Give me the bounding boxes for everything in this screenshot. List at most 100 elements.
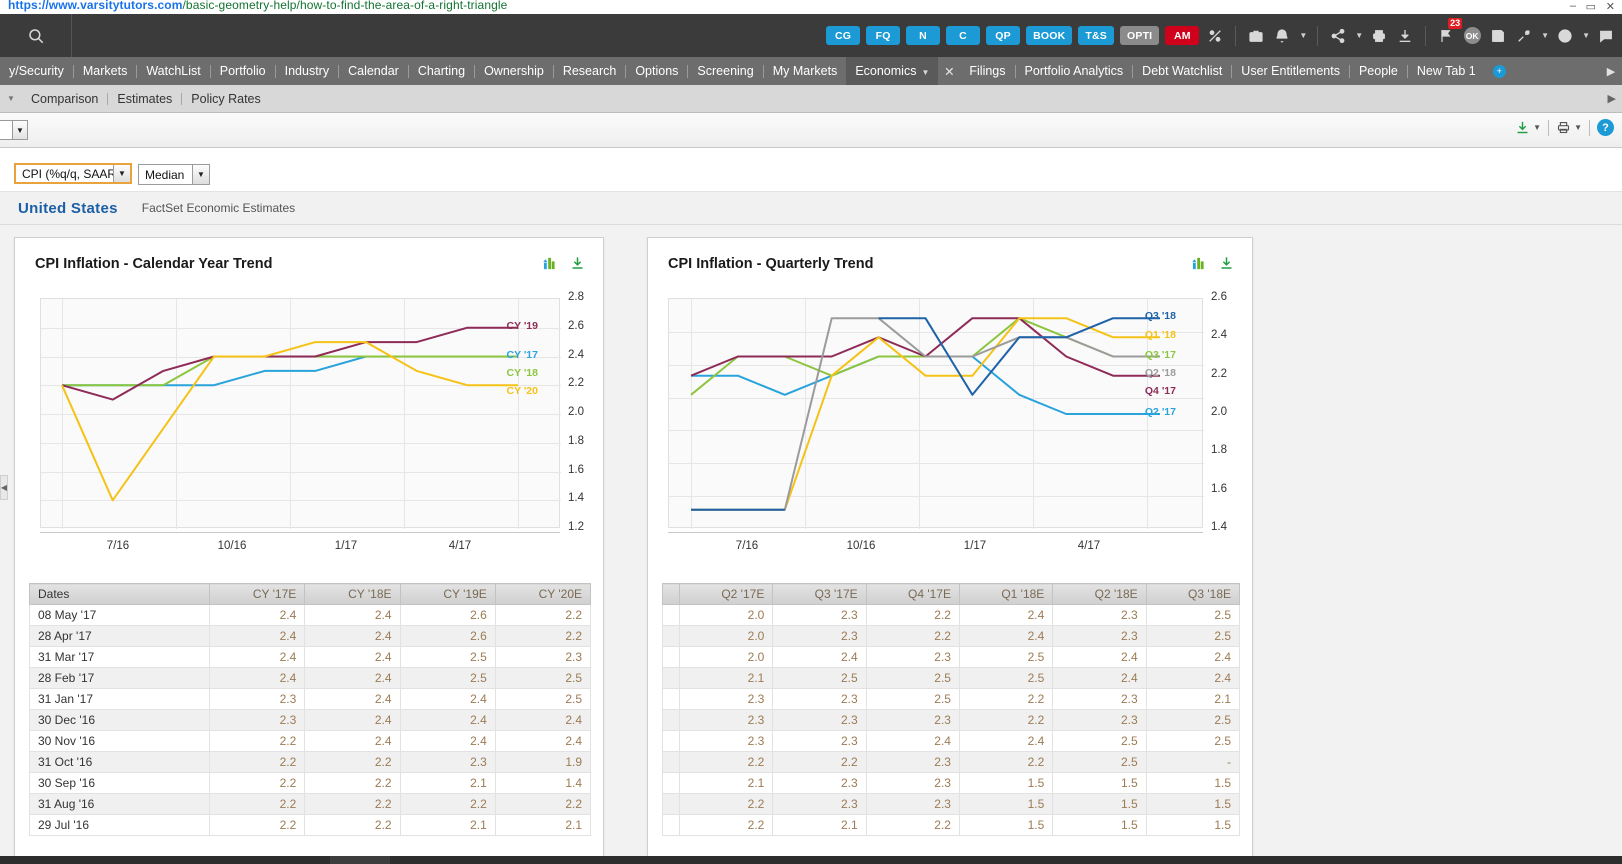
- column-header[interactable]: [662, 583, 680, 605]
- table-row[interactable]: 29 Jul '16 2.2 2.2 2.1 2.1: [29, 814, 592, 836]
- flag-icon[interactable]: 23: [1436, 17, 1463, 46]
- table-row[interactable]: 30 Sep '16 2.2 2.2 2.1 1.4: [29, 772, 592, 794]
- table-calendar-year[interactable]: Dates CY '17E CY '18E CY '19E CY '20E 08 May …: [29, 583, 592, 836]
- series-legend-label[interactable]: CY '20: [492, 385, 539, 397]
- help-dropdown-caret[interactable]: ▼: [1582, 31, 1590, 40]
- nav-scroll-right-button[interactable]: ▶: [1600, 65, 1622, 78]
- tools-icon[interactable]: [1514, 26, 1534, 46]
- left-dropdown[interactable]: ▼: [0, 120, 28, 140]
- table-row[interactable]: 2.0 2.3 2.2 2.4 2.3 2.5: [662, 625, 1241, 647]
- nav-item-economics-active[interactable]: Economics ▼: [846, 57, 939, 85]
- series-legend-label[interactable]: Q1 '18: [1130, 329, 1176, 341]
- download-icon[interactable]: [1395, 26, 1415, 46]
- download-icon[interactable]: [570, 255, 587, 272]
- quick-button-ts[interactable]: T&S: [1078, 26, 1114, 45]
- window-minimize-button[interactable]: –: [1570, 0, 1576, 12]
- column-header[interactable]: Q3 '17E: [772, 583, 867, 605]
- column-header[interactable]: CY '19E: [399, 583, 496, 605]
- table-row[interactable]: 30 Dec '16 2.3 2.4 2.4 2.4: [29, 709, 592, 731]
- left-panel-collapse-handle[interactable]: ◀: [0, 475, 8, 500]
- window-close-button[interactable]: ✕: [1606, 0, 1615, 13]
- bar-chart-icon[interactable]: [539, 255, 556, 272]
- nav-item-portfolio[interactable]: Portfolio: [211, 57, 275, 85]
- column-header[interactable]: CY '17E: [208, 583, 306, 605]
- nav-item-industry[interactable]: Industry: [276, 57, 338, 85]
- subnav-scroll-right-button[interactable]: ▶: [1608, 92, 1616, 105]
- subnav-item-comparison[interactable]: Comparison: [22, 92, 107, 106]
- nav-item-research[interactable]: Research: [554, 57, 626, 85]
- table-row[interactable]: 2.0 2.4 2.3 2.5 2.4 2.4: [662, 646, 1241, 668]
- subnav-item-policy-rates[interactable]: Policy Rates: [182, 92, 269, 106]
- table-row[interactable]: 31 Jan '17 2.3 2.4 2.4 2.5: [29, 688, 592, 710]
- table-row[interactable]: 31 Oct '16 2.2 2.2 2.3 1.9: [29, 751, 592, 773]
- bar-chart-icon[interactable]: [1188, 255, 1205, 272]
- series-legend-label[interactable]: Q3 '17: [1130, 349, 1176, 361]
- briefcase-icon[interactable]: [1246, 26, 1266, 46]
- nav-item-debt-watchlist[interactable]: Debt Watchlist: [1133, 57, 1231, 85]
- chevron-down-icon[interactable]: ▼: [113, 165, 130, 182]
- series-legend-label[interactable]: CY '18: [492, 367, 539, 379]
- window-maximize-button[interactable]: ▭: [1586, 0, 1596, 13]
- chevron-down-icon[interactable]: ▼: [921, 68, 929, 77]
- ok-status-icon[interactable]: OK: [1462, 26, 1482, 46]
- table-row[interactable]: 28 Apr '17 2.4 2.4 2.6 2.2: [29, 625, 592, 647]
- table-row[interactable]: 2.1 2.3 2.3 1.5 1.5 1.5: [662, 772, 1241, 794]
- search-button[interactable]: [0, 14, 72, 57]
- nav-item-ownership[interactable]: Ownership: [475, 57, 553, 85]
- table-row[interactable]: 2.3 2.3 2.3 2.2 2.3 2.5: [662, 709, 1241, 731]
- table-row[interactable]: 30 Nov '16 2.2 2.4 2.4 2.4: [29, 730, 592, 752]
- percent-toggle-icon[interactable]: [1205, 26, 1225, 46]
- table-row[interactable]: 08 May '17 2.4 2.4 2.6 2.2: [29, 604, 592, 626]
- table-row[interactable]: 31 Mar '17 2.4 2.4 2.5 2.3: [29, 646, 592, 668]
- column-header[interactable]: Q1 '18E: [958, 583, 1054, 605]
- table-quarterly[interactable]: Q2 '17E Q3 '17E Q4 '17E Q1 '18E Q2 '18E Q3 '1…: [662, 583, 1241, 836]
- series-legend-label[interactable]: Q3 '18: [1130, 310, 1176, 322]
- nav-item-filings[interactable]: Filings: [960, 57, 1014, 85]
- table-row[interactable]: 31 Aug '16 2.2 2.2 2.2 2.2: [29, 793, 592, 815]
- share-dropdown-caret[interactable]: ▼: [1355, 31, 1363, 40]
- nav-item-markets[interactable]: Markets: [74, 57, 136, 85]
- table-row[interactable]: 2.0 2.3 2.2 2.4 2.3 2.5: [662, 604, 1241, 626]
- nav-item-watchlist[interactable]: WatchList: [137, 57, 209, 85]
- quick-button-fq[interactable]: FQ: [866, 26, 901, 45]
- nav-item-user-entitlements[interactable]: User Entitlements: [1232, 57, 1349, 85]
- print-button[interactable]: ▼: [1556, 120, 1582, 135]
- tools-dropdown-caret[interactable]: ▼: [1541, 31, 1549, 40]
- add-tab-button[interactable]: +: [1492, 64, 1506, 78]
- subnav-collapse-caret[interactable]: ▼: [0, 94, 22, 103]
- quick-button-qp[interactable]: QP: [986, 26, 1021, 45]
- bell-dropdown-caret[interactable]: ▼: [1299, 31, 1307, 40]
- column-header[interactable]: Q3 '18E: [1145, 583, 1241, 605]
- chat-icon[interactable]: [1596, 26, 1616, 46]
- save-icon[interactable]: [1488, 26, 1508, 46]
- nav-item-calendar[interactable]: Calendar: [339, 57, 408, 85]
- print-icon[interactable]: [1369, 26, 1389, 46]
- series-legend-label[interactable]: Q2 '17: [1130, 406, 1176, 418]
- chevron-down-icon[interactable]: ▼: [12, 121, 27, 139]
- chevron-down-icon[interactable]: ▼: [192, 165, 209, 184]
- nav-item-security[interactable]: y/Security: [0, 57, 73, 85]
- quick-button-opti[interactable]: OPTI: [1120, 26, 1160, 45]
- table-row[interactable]: 2.2 2.3 2.3 1.5 1.5 1.5: [662, 793, 1241, 815]
- column-header[interactable]: CY '18E: [304, 583, 401, 605]
- help-button[interactable]: ?: [1597, 119, 1614, 136]
- table-row[interactable]: 2.3 2.3 2.4 2.4 2.5 2.5: [662, 730, 1241, 752]
- column-header[interactable]: Q2 '17E: [678, 583, 774, 605]
- column-header[interactable]: CY '20E: [494, 583, 592, 605]
- bell-icon[interactable]: [1272, 26, 1292, 46]
- table-row[interactable]: 2.3 2.3 2.5 2.2 2.3 2.1: [662, 688, 1241, 710]
- series-legend-label[interactable]: CY '19: [492, 320, 539, 332]
- close-tab-button[interactable]: ✕: [938, 64, 960, 79]
- column-header[interactable]: Dates: [29, 583, 210, 605]
- table-row[interactable]: 2.2 2.1 2.2 1.5 1.5 1.5: [662, 814, 1241, 836]
- nav-item-screening[interactable]: Screening: [688, 57, 762, 85]
- help-icon[interactable]: [1555, 26, 1575, 46]
- nav-item-my-markets[interactable]: My Markets: [764, 57, 847, 85]
- share-icon[interactable]: [1328, 26, 1348, 46]
- metric-select[interactable]: CPI (%q/q, SAAR) ▼: [14, 163, 132, 184]
- column-header[interactable]: Q4 '17E: [865, 583, 960, 605]
- nav-item-options[interactable]: Options: [626, 57, 687, 85]
- quick-button-am[interactable]: AM: [1165, 26, 1200, 45]
- series-legend-label[interactable]: Q4 '17: [1130, 385, 1176, 397]
- subnav-item-estimates[interactable]: Estimates: [108, 92, 181, 106]
